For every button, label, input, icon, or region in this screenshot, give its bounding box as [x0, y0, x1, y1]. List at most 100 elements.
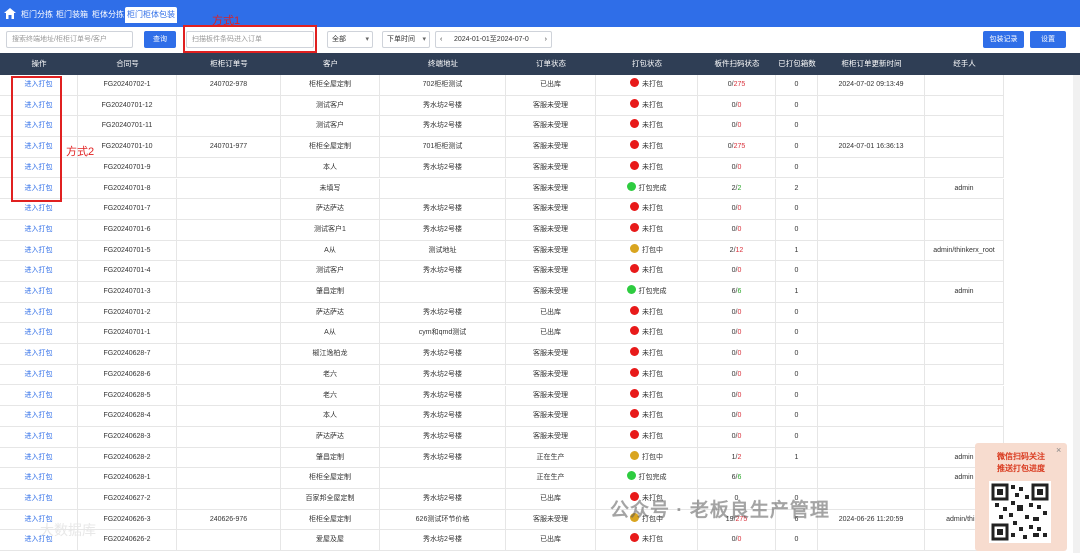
chevron-down-icon: ▾ — [365, 36, 369, 43]
enter-packing-link[interactable]: 进入打包 — [0, 426, 78, 447]
enter-packing-link[interactable]: 进入打包 — [0, 199, 78, 220]
cell-handler — [925, 385, 1004, 406]
column-header: 板件扫码状态 — [714, 59, 760, 68]
total-count: 0 — [737, 205, 742, 213]
cell-scan-status: 0/0 — [698, 219, 776, 240]
enter-packing-link[interactable]: 进入打包 — [0, 468, 78, 489]
cell-boxes-packed: 0 — [776, 137, 818, 158]
enter-packing-link[interactable]: 进入打包 — [0, 385, 78, 406]
cell-boxes-packed: 0 — [776, 406, 818, 427]
cell-packing-status: 未打包 — [596, 219, 698, 240]
packing-status-label: 未打包 — [642, 143, 663, 151]
cell-customer: 爱屋及屋 — [281, 530, 380, 551]
settings-button[interactable]: 设置 — [1030, 31, 1066, 48]
order-status-value: 全部 — [332, 36, 346, 43]
column-header: 打包状态 — [632, 59, 662, 68]
total-count: 6 — [737, 288, 742, 295]
enter-packing-link[interactable]: 进入打包 — [0, 489, 78, 509]
cell-update-time — [818, 406, 925, 427]
enter-packing-link[interactable]: 进入打包 — [0, 282, 78, 302]
cell-packing-status: 未打包 — [596, 302, 698, 323]
packing-status-label: 打包完成 — [638, 288, 667, 295]
packing-status-label: 未打包 — [642, 412, 663, 420]
cell-handler — [925, 406, 1004, 427]
home-icon[interactable] — [4, 8, 16, 19]
column-header: 已打包箱数 — [778, 59, 816, 68]
column-header: 客户 — [323, 59, 338, 68]
cell-update-time — [818, 178, 925, 199]
table-body: 进入打包 FG20240702-1 240702-978 柜柜全屋定制 702柜柜测试已… — [0, 75, 1080, 553]
total-count: 0 — [737, 432, 742, 440]
cell-handler — [925, 137, 1004, 158]
time-type-select[interactable]: 下单时间 ▾ — [382, 31, 430, 48]
cell-boxes-packed: 0 — [776, 75, 818, 95]
cell-scan-status: 0/275 — [698, 137, 776, 158]
total-count: 275 — [733, 143, 746, 151]
cell-order-status: 已出库 — [506, 75, 596, 95]
date-range-picker[interactable]: ‹ 2024-01-01至2024-07-0 › — [435, 31, 552, 48]
enter-packing-link[interactable]: 进入打包 — [0, 344, 78, 365]
cell-handler: admin — [925, 282, 1004, 302]
cell-cabinet-order — [177, 385, 281, 406]
table-row: 进入打包 FG20240701-3 肇昌定制 客服未受理 打包完成 6/6 1 admin — [0, 282, 1004, 303]
cell-order-status: 客服未受理 — [506, 385, 596, 406]
cell-handler — [925, 323, 1004, 344]
cell-cabinet-order — [177, 302, 281, 323]
cell-handler — [925, 261, 1004, 282]
total-count: 0 — [737, 101, 742, 109]
cell-handler — [925, 364, 1004, 385]
enter-packing-link[interactable]: 进入打包 — [0, 364, 78, 385]
cell-terminal-address: 702柜柜测试 — [380, 75, 506, 95]
enter-packing-link[interactable]: 进入打包 — [0, 240, 78, 261]
enter-packing-link[interactable]: 进入打包 — [0, 323, 78, 344]
annotation-label-method2: 方式2 — [66, 146, 95, 158]
enter-packing-link[interactable]: 进入打包 — [0, 406, 78, 427]
cell-order-status: 正在生产 — [506, 468, 596, 489]
tab-cabinet-sorting[interactable]: 柜体分拣 — [90, 7, 126, 23]
cell-scan-status: 0/0 — [698, 344, 776, 365]
cell-scan-status: 0/0 — [698, 95, 776, 116]
cell-customer: 本人 — [281, 406, 380, 427]
enter-packing-link[interactable]: 进入打包 — [0, 302, 78, 323]
chevron-left-icon[interactable]: ‹ — [440, 32, 442, 47]
tab-door-cabinet-packing[interactable]: 柜门柜体包装 — [125, 7, 177, 23]
cell-update-time — [818, 385, 925, 406]
query-button[interactable]: 查询 — [144, 31, 176, 48]
cell-handler: admin/thinkerx_root — [925, 240, 1004, 261]
cell-update-time — [818, 426, 925, 447]
cell-contract: FG20240701-2 — [78, 302, 177, 323]
cell-boxes-packed: 0 — [776, 530, 818, 551]
cell-update-time: 2024-07-01 16:36:13 — [818, 137, 925, 158]
vertical-scrollbar[interactable] — [1073, 75, 1080, 553]
enter-packing-link[interactable]: 进入打包 — [0, 219, 78, 240]
tab-door-sorting[interactable]: 柜门分拣 — [19, 7, 55, 23]
cell-update-time — [818, 489, 925, 509]
column-header: 柜柜订单号 — [210, 59, 248, 68]
packing-status-label: 未打包 — [642, 225, 663, 233]
chevron-right-icon[interactable]: › — [542, 32, 547, 47]
cell-terminal-address: 秀水坊2号楼 — [380, 426, 506, 447]
cell-contract: FG20240702-1 — [78, 75, 177, 95]
cell-packing-status: 未打包 — [596, 426, 698, 447]
total-count: 0 — [737, 391, 742, 399]
tab-door-boxing[interactable]: 柜门装箱 — [54, 7, 90, 23]
cell-update-time — [818, 261, 925, 282]
cell-update-time: 2024-06-26 11:20:59 — [818, 509, 925, 530]
cell-terminal-address: 秀水坊2号楼 — [380, 344, 506, 365]
packing-records-button[interactable]: 包装记录 — [983, 31, 1024, 48]
cell-handler — [925, 157, 1004, 178]
enter-packing-link[interactable]: 进入打包 — [0, 261, 78, 282]
search-input[interactable]: 搜索终端地址/柜柜订单号/客户 — [6, 31, 133, 48]
qr-title-line1: 微信扫码关注 — [997, 452, 1045, 461]
cell-cabinet-order — [177, 240, 281, 261]
cell-boxes-packed: 2 — [776, 178, 818, 199]
cell-order-status: 客服未受理 — [506, 137, 596, 158]
cell-boxes-packed: 0 — [776, 302, 818, 323]
enter-packing-link[interactable]: 进入打包 — [0, 447, 78, 468]
order-status-select[interactable]: 全部 ▾ — [327, 31, 373, 48]
cell-contract: FG20240701-9 — [78, 157, 177, 178]
cell-boxes-packed: 1 — [776, 282, 818, 302]
wechat-watermark: 公众号 · 老板良生产管理 — [610, 500, 830, 521]
packing-status-label: 未打包 — [642, 163, 663, 171]
cell-packing-status: 未打包 — [596, 406, 698, 427]
